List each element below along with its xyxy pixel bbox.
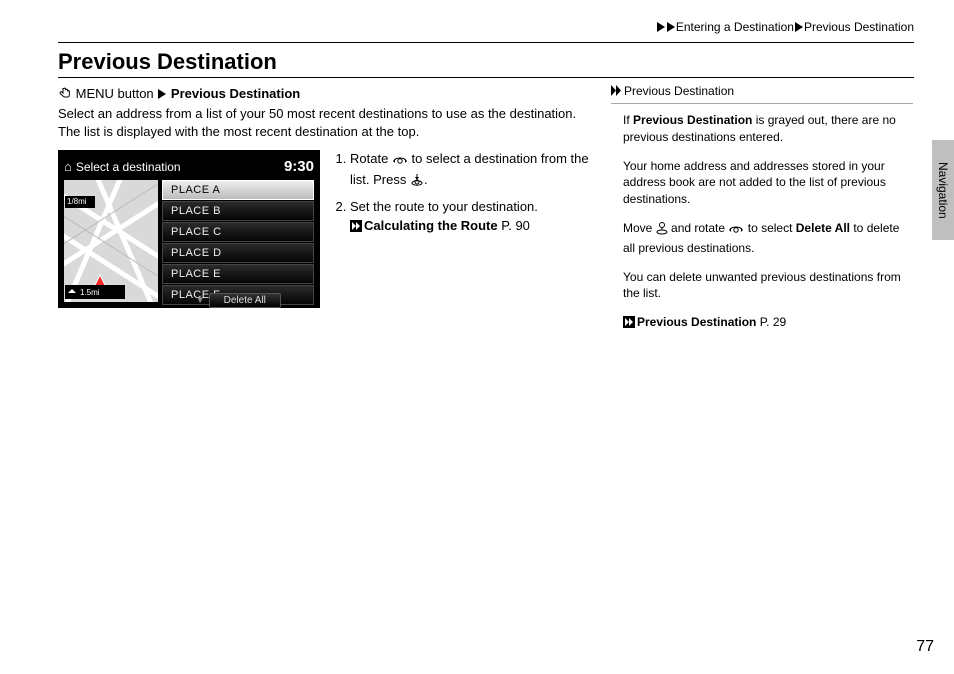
rotate-dial-icon bbox=[392, 152, 408, 171]
hand-icon bbox=[58, 86, 72, 100]
description: Select an address from a list of your 50… bbox=[58, 105, 593, 140]
list-item: PLACE D bbox=[162, 243, 314, 263]
reference-link: Previous Destination bbox=[637, 315, 756, 329]
sidebar-title: Previous Destination bbox=[611, 80, 913, 104]
step-2: Set the route to your destination. Calcu… bbox=[350, 198, 593, 236]
sidebar-p3: Move and rotate to select Delete All to … bbox=[623, 220, 913, 257]
sidebar-p2: Your home address and addresses stored i… bbox=[623, 158, 913, 208]
rotate-dial-icon bbox=[728, 221, 744, 240]
screenshot-scale-bottom: 1.5mi bbox=[80, 288, 100, 297]
step-1: Rotate to select a destination from the … bbox=[350, 150, 593, 192]
reference-page: P. 29 bbox=[756, 315, 786, 329]
press-dial-icon bbox=[410, 173, 424, 192]
move-dial-icon bbox=[656, 221, 668, 240]
screenshot-clock: 9:30 bbox=[284, 158, 314, 175]
chevron-right-icon bbox=[795, 22, 803, 32]
reference-icon bbox=[350, 219, 362, 237]
sidebar-column: Previous Destination If Previous Destina… bbox=[611, 80, 913, 345]
sidebar-p1: If Previous Destination is grayed out, t… bbox=[623, 112, 913, 146]
sidebar-p4: You can delete unwanted previous destina… bbox=[623, 269, 913, 303]
list-item: PLACE E bbox=[162, 264, 314, 284]
delete-all-button: Delete All bbox=[209, 293, 281, 308]
menu-button-label: MENU button bbox=[76, 86, 154, 101]
reference-page: P. 90 bbox=[498, 218, 530, 233]
breadcrumb: Entering a Destination Previous Destinati… bbox=[58, 20, 914, 43]
screenshot-header: Select a destination bbox=[76, 160, 181, 174]
steps: Rotate to select a destination from the … bbox=[334, 150, 593, 308]
list-item: PLACE A bbox=[162, 180, 314, 200]
sidebar-ref: Previous Destination P. 29 bbox=[623, 314, 913, 333]
double-chevron-icon bbox=[611, 85, 622, 99]
screenshot-footer: ▼ Delete All bbox=[162, 291, 314, 307]
screenshot-scale-top: 1/8mi bbox=[67, 197, 87, 206]
chevron-right-icon bbox=[657, 22, 665, 32]
screenshot-list: PLACE A PLACE B PLACE C PLACE D PLACE E … bbox=[162, 180, 314, 306]
main-column: MENU button Previous Destination Select … bbox=[58, 80, 611, 345]
chevron-right-icon bbox=[667, 22, 675, 32]
breadcrumb-level-2: Previous Destination bbox=[804, 20, 914, 34]
menu-path: MENU button Previous Destination bbox=[58, 86, 593, 101]
device-screenshot: ⌂ Select a destination 9:30 bbox=[58, 150, 320, 308]
chevron-right-icon bbox=[158, 89, 166, 99]
page-number: 77 bbox=[916, 638, 934, 656]
home-icon: ⌂ bbox=[64, 159, 72, 174]
reference-icon bbox=[623, 316, 635, 333]
section-tab: Navigation bbox=[932, 140, 954, 240]
breadcrumb-level-1: Entering a Destination bbox=[676, 20, 794, 34]
reference-link: Calculating the Route bbox=[364, 218, 498, 233]
menu-target: Previous Destination bbox=[171, 86, 300, 101]
list-item: PLACE B bbox=[162, 201, 314, 221]
page-title: Previous Destination bbox=[58, 49, 914, 78]
list-item: PLACE C bbox=[162, 222, 314, 242]
screenshot-map: 1/8mi 1.5mi bbox=[64, 180, 158, 302]
